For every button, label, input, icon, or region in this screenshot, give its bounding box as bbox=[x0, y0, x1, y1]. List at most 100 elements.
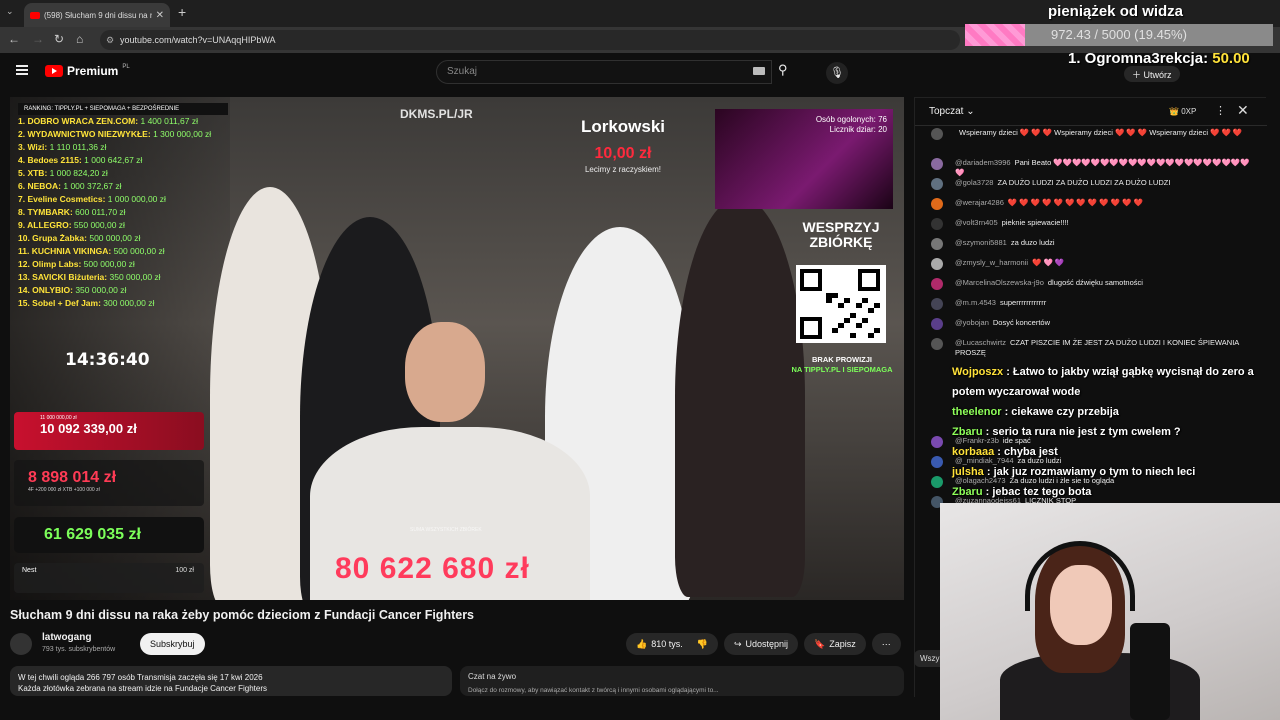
ranking-name: 8. TYMBARK: bbox=[18, 207, 73, 217]
reload-icon[interactable]: ↻ bbox=[54, 32, 64, 46]
logo-text: Premium bbox=[67, 64, 119, 78]
qr-module bbox=[844, 318, 850, 323]
tab-list-chevron-icon[interactable]: ⌄ bbox=[6, 6, 14, 17]
new-tab-icon[interactable]: + bbox=[178, 4, 186, 20]
chat-message[interactable]: @werajar4286 ❤️ ❤️ ❤️ ❤️ ❤️ ❤️ ❤️ ❤️ ❤️ ❤… bbox=[931, 198, 1251, 210]
chat-username[interactable]: @yobojan bbox=[955, 318, 989, 327]
logo-region: PL bbox=[122, 64, 130, 70]
ranking-name: 2. WYDAWNICTWO NIEZWYKŁE: bbox=[18, 129, 151, 139]
chat-message[interactable]: @Lucaschwirtz CZAT PISZCIE IM ŻE JEST ZA … bbox=[931, 338, 1251, 358]
chat-username[interactable]: @Lucaschwirtz bbox=[955, 338, 1006, 347]
ranking-name: 1. DOBRO WRACA ZEN.COM: bbox=[18, 116, 139, 126]
chat-avatar[interactable] bbox=[931, 298, 943, 310]
chat-menu-icon[interactable]: ⋮ bbox=[1215, 104, 1226, 117]
save-button[interactable]: 🔖 Zapisz bbox=[804, 633, 866, 655]
keyboard-icon[interactable] bbox=[753, 67, 765, 75]
chat-avatar[interactable] bbox=[931, 476, 943, 488]
microphone-icon[interactable]: 🎙 bbox=[826, 62, 848, 84]
url-field[interactable]: ⚙ youtube.com/watch?v=UNAqqHIPbWA bbox=[100, 30, 960, 50]
chat-message[interactable]: Wspieramy dzieci ❤️ ❤️ ❤️ Wspieramy dzie… bbox=[931, 128, 1251, 140]
video-actions: 👍 810 tys. 👎 ↪ Udostępnij 🔖 Zapisz ⋯ bbox=[626, 633, 901, 655]
chat-message[interactable]: @szymoni5881 za duzo ludzi bbox=[931, 238, 1251, 250]
more-actions-button[interactable]: ⋯ bbox=[871, 633, 901, 655]
donation-ticker: 1. Ogromna3rekcja: 50.00 bbox=[1068, 50, 1250, 67]
more-icon: ⋯ bbox=[881, 639, 891, 649]
nest-amount: 100 zł bbox=[175, 567, 194, 574]
close-chat-icon[interactable]: ✕ bbox=[1237, 102, 1249, 119]
chat-message[interactable]: @yobojan Dosyć koncertów bbox=[931, 318, 1251, 330]
ranking-item: 12. Olimp Labs: 500 000,00 zł bbox=[18, 258, 233, 271]
ranking-overlay: RANKING: TIPPLY.PL + SIEPOMAGA + BEZPOŚR… bbox=[18, 103, 233, 348]
pip-stats: Osób ogolonych: 76 Licznik dziar: 20 bbox=[815, 115, 887, 134]
back-icon[interactable]: ← bbox=[8, 32, 20, 46]
chat-avatar[interactable] bbox=[931, 456, 943, 468]
chat-message[interactable]: @MarcelinaOlszewska-j9o dlugość dźwięku s… bbox=[931, 278, 1251, 290]
ranking-item: 2. WYDAWNICTWO NIEZWYKŁE: 1 300 000,00 z… bbox=[18, 128, 233, 141]
youtube-logo[interactable]: Premium PL bbox=[45, 64, 130, 78]
chat-avatar[interactable] bbox=[931, 128, 943, 140]
thumbs-down-icon[interactable]: 👎 bbox=[697, 633, 708, 655]
video-player[interactable]: RANKING: TIPPLY.PL + SIEPOMAGA + BEZPOŚR… bbox=[10, 97, 904, 600]
subscribe-button[interactable]: Subskrybuj bbox=[140, 633, 205, 655]
channel-avatar[interactable] bbox=[10, 633, 32, 655]
qr-module bbox=[868, 308, 874, 313]
site-info-icon[interactable]: ⚙ bbox=[106, 35, 114, 46]
chat-message[interactable]: @volt3rn405 pieknie spiewacie!!!! bbox=[931, 218, 1251, 230]
chat-username[interactable]: @dariadem3996 bbox=[955, 158, 1011, 167]
chat-avatar[interactable] bbox=[931, 258, 943, 270]
chat-avatar[interactable] bbox=[931, 338, 943, 350]
chat-avatar[interactable] bbox=[931, 278, 943, 290]
like-button[interactable]: 👍 810 tys. 👎 bbox=[626, 633, 718, 655]
donor-amount: 10,00 zł bbox=[594, 145, 652, 162]
live-chat-sub: Dołącz do rozmowy, aby nawiązać kontakt … bbox=[468, 687, 719, 694]
chat-avatar[interactable] bbox=[931, 198, 943, 210]
share-button[interactable]: ↪ Udostępnij bbox=[723, 633, 799, 655]
create-button[interactable]: ＋ Utwórz bbox=[1124, 66, 1180, 82]
chat-mode-dropdown[interactable]: Topczat ⌄ bbox=[929, 106, 975, 117]
search-input[interactable]: Szukaj bbox=[436, 60, 772, 84]
chat-username[interactable]: @m.m.4543 bbox=[955, 298, 996, 307]
chat-message[interactable]: @m.m.4543 superrrrrrrrrrrr bbox=[931, 298, 1251, 310]
overlay-username: Zbaru bbox=[952, 486, 983, 498]
chat-username[interactable]: @volt3rn405 bbox=[955, 218, 998, 227]
chat-username[interactable]: @werajar4286 bbox=[955, 198, 1004, 207]
forward-icon[interactable]: → bbox=[32, 32, 44, 46]
chat-message[interactable]: @zmysly_w_harmonii ❤️ 🩷 💜 bbox=[931, 258, 1251, 270]
qr-module bbox=[874, 303, 880, 308]
description-box[interactable]: W tej chwili ogląda 266 797 osób Transmi… bbox=[10, 666, 452, 696]
qr-module bbox=[826, 298, 832, 303]
tab-title: (598) Słucham 9 dni dissu na raka żeby..… bbox=[44, 10, 152, 20]
chat-avatar[interactable] bbox=[931, 436, 943, 448]
chat-avatar[interactable] bbox=[931, 318, 943, 330]
close-tab-icon[interactable]: ✕ bbox=[156, 10, 164, 21]
qr-module bbox=[862, 318, 868, 323]
goal-amount: 10 092 339,00 zł bbox=[40, 421, 137, 436]
chat-avatar[interactable] bbox=[931, 238, 943, 250]
browser-tab-active[interactable]: (598) Słucham 9 dni dissu na raka żeby..… bbox=[24, 3, 170, 27]
chat-message[interactable]: @gola3728 ZA DUŻO LUDZI ZA DUŻO LUDZI ZA … bbox=[931, 178, 1251, 190]
chat-username[interactable]: @zmysly_w_harmonii bbox=[955, 258, 1028, 267]
ranking-item: 3. Wizi: 1 110 011,36 zł bbox=[18, 141, 233, 154]
live-chat-preview[interactable]: Czat na żywo Dołącz do rozmowy, aby nawi… bbox=[460, 666, 904, 696]
chat-username[interactable]: @szymoni5881 bbox=[955, 238, 1007, 247]
support-heading: WESPRZYJ ZBIÓRKĘ bbox=[802, 219, 880, 250]
direct-amount: 8 898 014 zł bbox=[28, 469, 117, 486]
chat-avatar[interactable] bbox=[931, 158, 943, 170]
home-icon[interactable]: ⌂ bbox=[76, 32, 83, 46]
ranking-item: 10. Grupa Żabka: 500 000,00 zł bbox=[18, 232, 233, 245]
ranking-name: 3. Wizi: bbox=[18, 142, 48, 152]
search-icon[interactable]: ⚲ bbox=[778, 62, 788, 78]
qr-module bbox=[832, 328, 838, 333]
chat-avatar[interactable] bbox=[931, 178, 943, 190]
menu-icon[interactable] bbox=[16, 65, 28, 75]
chat-message[interactable]: @dariadem3996 Pani Beato 🩷🩷🩷🩷🩷🩷🩷🩷🩷🩷🩷🩷🩷🩷🩷🩷… bbox=[931, 158, 1251, 178]
chat-username[interactable]: @MarcelinaOlszewska-j9o bbox=[955, 278, 1044, 287]
donation-progress-bar: 972.43 / 5000 (19.45%) bbox=[965, 24, 1273, 46]
chat-avatar[interactable] bbox=[931, 218, 943, 230]
chat-username[interactable]: @gola3728 bbox=[955, 178, 993, 187]
points-badge[interactable]: 👑 0XP bbox=[1169, 107, 1196, 116]
video-title: Słucham 9 dni dissu na raka żeby pomóc d… bbox=[10, 608, 475, 622]
save-label: Zapisz bbox=[829, 639, 856, 649]
chevron-down-icon: ⌄ bbox=[966, 106, 975, 117]
channel-name[interactable]: latwogang bbox=[42, 632, 91, 643]
